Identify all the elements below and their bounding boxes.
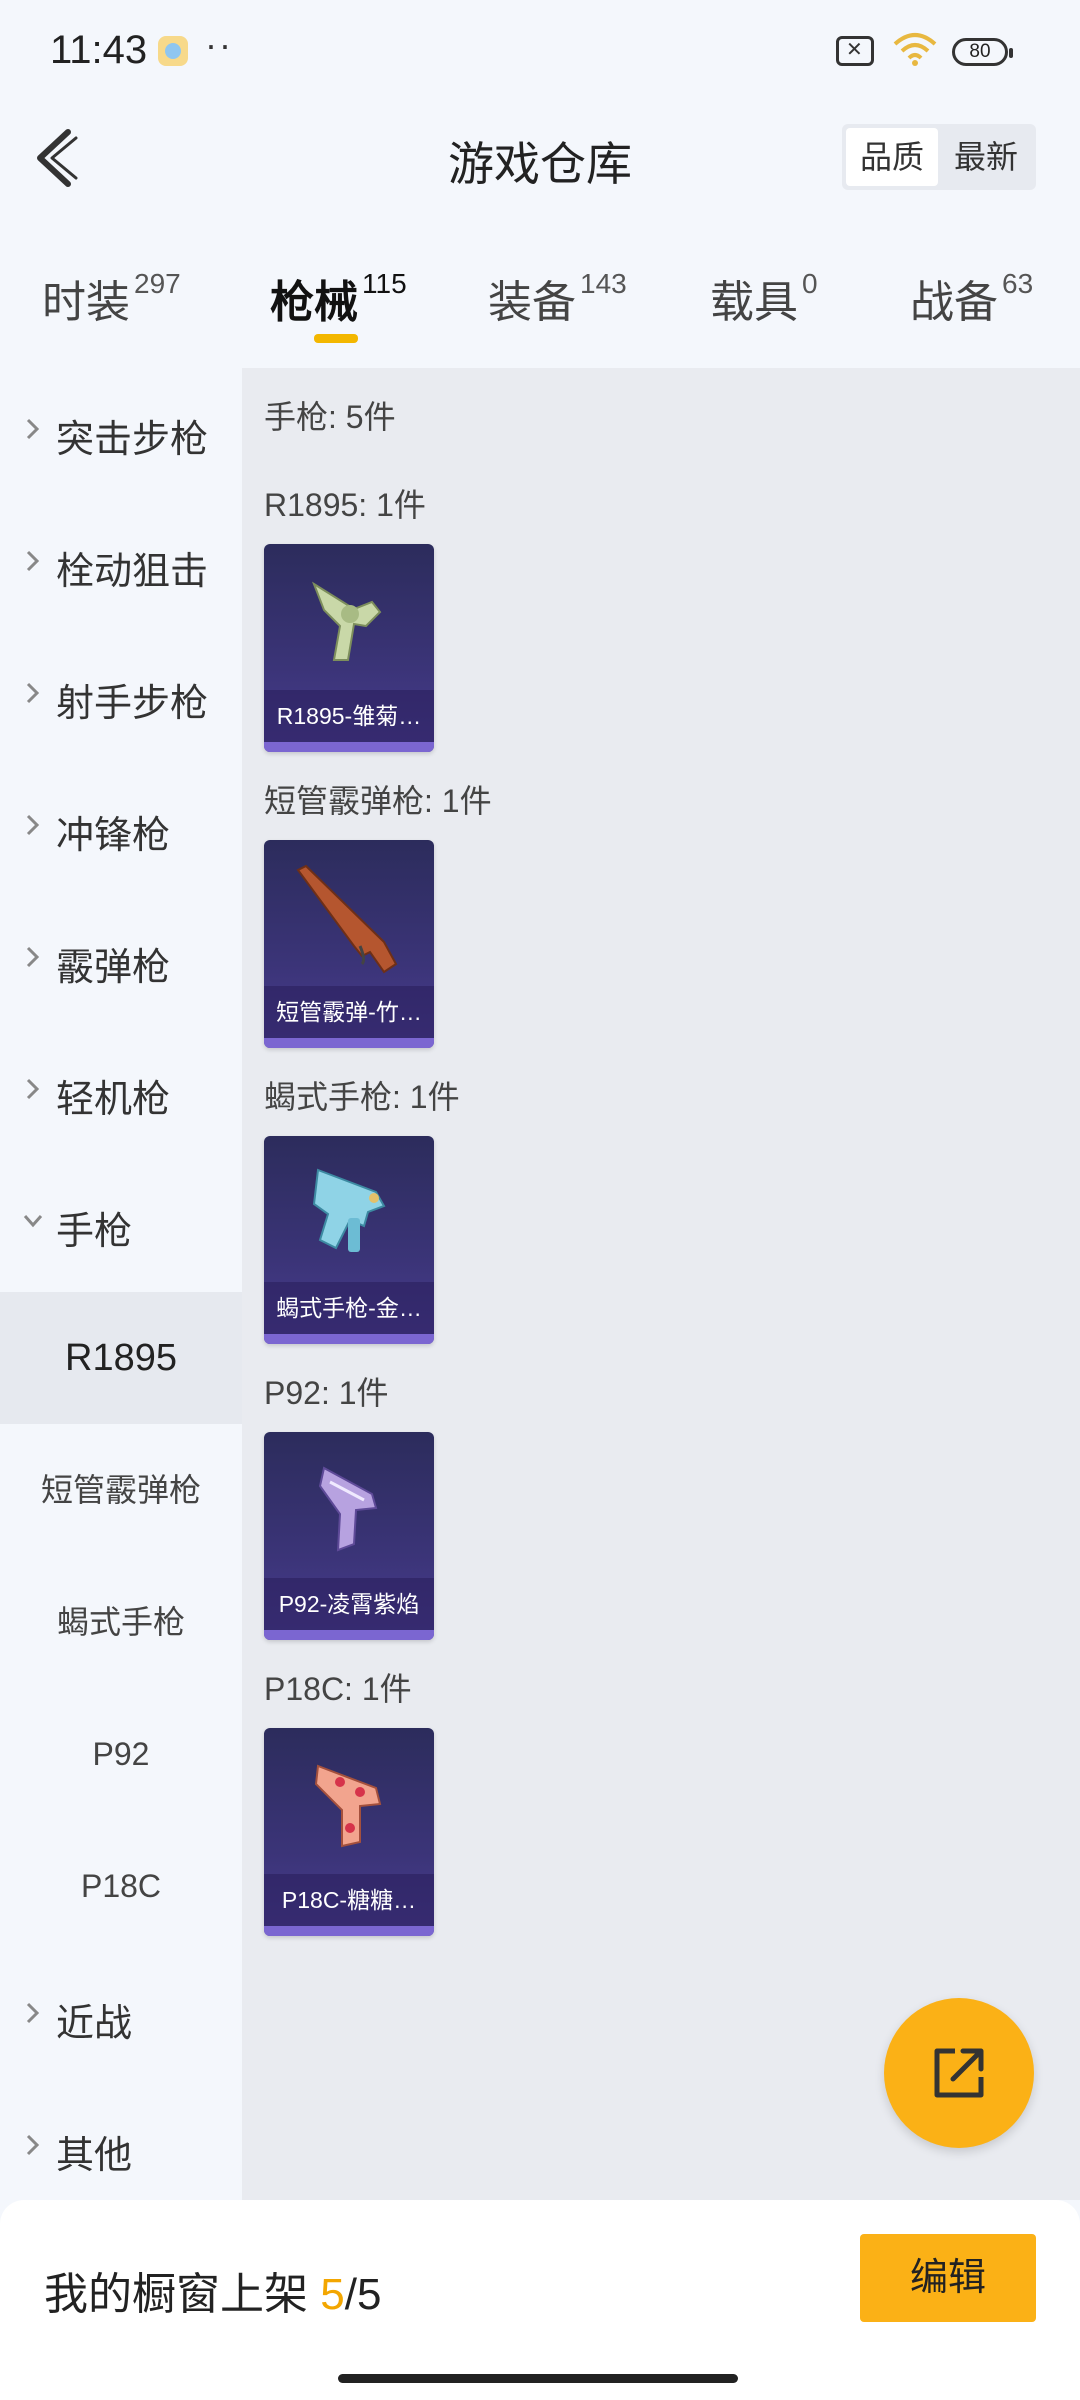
category-tabs: 时装 297 枪械 115 装备 143 载具 0 战备 63 [0,212,1080,368]
sidebar-item-bolt-sniper[interactable]: 栓动狙击 [0,500,242,632]
item-card[interactable]: R1895-雏菊… [264,544,434,752]
rarity-bar [264,742,434,752]
status-time: 11:43 [50,28,148,72]
tab-count: 115 [362,268,407,299]
home-indicator[interactable] [338,2374,738,2383]
chevron-right-icon [26,2134,40,2156]
tab-count: 63 [1002,268,1034,299]
sidebar-item-lmg[interactable]: 轻机枪 [0,1028,242,1160]
tab-label: 装备 [488,278,576,327]
group-title: R1895: 1件 [264,487,426,523]
battery-indicator: 80 [952,38,1013,66]
pistol-icon [318,1466,378,1552]
item-card-name: P92-凌霄紫焰 [264,1578,434,1630]
sidebar-subitem-r1895[interactable]: R1895 [0,1292,242,1424]
group-title: P92: 1件 [264,1375,389,1411]
showcase-status: 我的橱窗上架 5/5 [44,2258,381,2322]
item-card[interactable]: 蝎式手枪-金… [264,1136,434,1344]
group-title: 蝎式手枪: 1件 [264,1079,460,1115]
tab-label: 时装 [42,278,130,327]
rarity-bar [264,1038,434,1048]
sidebar-subitem-sawed-off[interactable]: 短管霰弹枪 [0,1424,242,1556]
revolver-icon [311,581,382,661]
sort-latest-button[interactable]: 最新 [940,128,1032,186]
share-external-icon [934,2048,984,2098]
item-card-name: 短管霰弹-竹… [264,986,434,1038]
sidebar-item-label: 其他 [56,2135,133,2177]
item-card-name: 蝎式手枪-金… [264,1282,434,1334]
sidebar-item-marksman-rifle[interactable]: 射手步枪 [0,632,242,764]
sidebar-item-label: 射手步枪 [56,683,209,725]
tab-label: 载具 [710,278,798,327]
active-tab-indicator [314,334,358,343]
sidebar-item-pistol[interactable]: 手枪 [0,1160,242,1292]
wifi-icon [893,33,937,66]
showcase-label: 我的橱窗上架 [44,2270,308,2319]
sidebar-item-shotgun[interactable]: 霰弹枪 [0,896,242,1028]
item-card-name: R1895-雏菊… [264,690,434,742]
sort-toggle: 品质 最新 [842,124,1036,190]
smg-pistol-icon [312,1168,386,1252]
chevron-right-icon [26,946,40,968]
tab-firearms[interactable]: 枪械 115 [270,266,407,330]
sidebar-item-smg[interactable]: 冲锋枪 [0,764,242,896]
pistol-icon [314,1764,382,1848]
sidebar: 突击步枪 栓动狙击 射手步枪 冲锋枪 霰弹枪 轻机枪 手枪 R1895 短管霰弹… [0,368,242,2200]
share-button[interactable] [884,1998,1034,2148]
tab-count: 143 [580,268,627,299]
sidebar-item-assault-rifle[interactable]: 突击步枪 [0,368,242,500]
tab-count: 297 [134,268,181,299]
sidebar-item-melee[interactable]: 近战 [0,1952,242,2084]
showcase-total: /5 [344,2270,382,2319]
chevron-right-icon [26,1078,40,1100]
status-bar: 11:43 ·· 80 [0,0,1080,104]
shotgun-icon [296,864,398,974]
rarity-bar [264,1926,434,1936]
app-notification-icon [158,36,188,66]
sidebar-subitem-scorpion[interactable]: 蝎式手枪 [0,1556,242,1688]
tab-label: 战备 [910,278,998,327]
sidebar-item-other[interactable]: 其他 [0,2084,242,2216]
group-title: 短管霰弹枪: 1件 [264,783,492,819]
tab-count: 0 [802,268,818,299]
sidebar-item-label: 栓动狙击 [56,551,209,593]
sidebar-item-label: 手枪 [56,1211,133,1253]
sidebar-subitem-p92[interactable]: P92 [0,1688,242,1820]
sim-off-icon [836,36,874,66]
item-card[interactable]: P92-凌霄紫焰 [264,1432,434,1640]
sidebar-item-label: 突击步枪 [56,419,209,461]
tab-vehicles[interactable]: 载具 0 [710,266,818,330]
item-card[interactable]: 短管霰弹-竹… [264,840,434,1048]
sidebar-item-label: 冲锋枪 [56,815,171,857]
item-card[interactable]: P18C-糖糖… [264,1728,434,1936]
chevron-right-icon [26,814,40,836]
chevron-right-icon [26,418,40,440]
group-title: P18C: 1件 [264,1671,412,1707]
item-card-name: P18C-糖糖… [264,1874,434,1926]
sidebar-item-label: 轻机枪 [56,1079,171,1121]
edit-button[interactable]: 编辑 [860,2234,1036,2322]
section-summary: 手枪: 5件 [264,399,396,435]
showcase-count: 5 [320,2270,345,2319]
tab-fashion[interactable]: 时装 297 [42,266,181,330]
header: 游戏仓库 品质 最新 [0,104,1080,212]
sidebar-item-label: 霰弹枪 [56,947,171,989]
tab-equipment[interactable]: 装备 143 [488,266,627,330]
chevron-right-icon [26,2002,40,2024]
chevron-right-icon [26,550,40,572]
chevron-right-icon [26,682,40,704]
tab-supplies[interactable]: 战备 63 [910,266,1033,330]
more-notifications-icon: ·· [205,24,233,65]
rarity-bar [264,1334,434,1344]
rarity-bar [264,1630,434,1640]
sort-quality-button[interactable]: 品质 [846,128,938,186]
chevron-down-icon [23,1215,43,1228]
tab-label: 枪械 [270,278,358,327]
sidebar-item-label: 近战 [56,2003,133,2045]
bottom-bar: 我的橱窗上架 5/5 编辑 [0,2200,1080,2400]
item-list: 手枪: 5件 R1895: 1件 R1895-雏菊… 短管霰弹枪: 1件 短管霰… [242,368,1080,2200]
sidebar-subitem-p18c[interactable]: P18C [0,1820,242,1952]
